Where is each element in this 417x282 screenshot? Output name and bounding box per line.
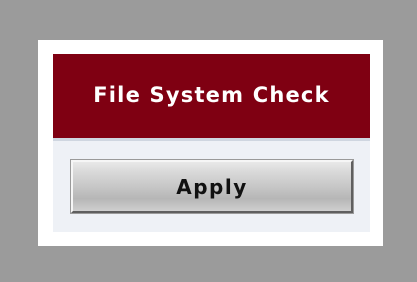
panel-body: Apply [53,141,370,232]
apply-button-label: Apply [176,174,248,199]
window-background: File System Check Apply [0,0,417,282]
panel-header: File System Check [53,54,370,141]
panel-title: File System Check [93,83,330,107]
file-system-check-panel: File System Check Apply [38,40,383,246]
apply-button[interactable]: Apply [70,159,354,214]
